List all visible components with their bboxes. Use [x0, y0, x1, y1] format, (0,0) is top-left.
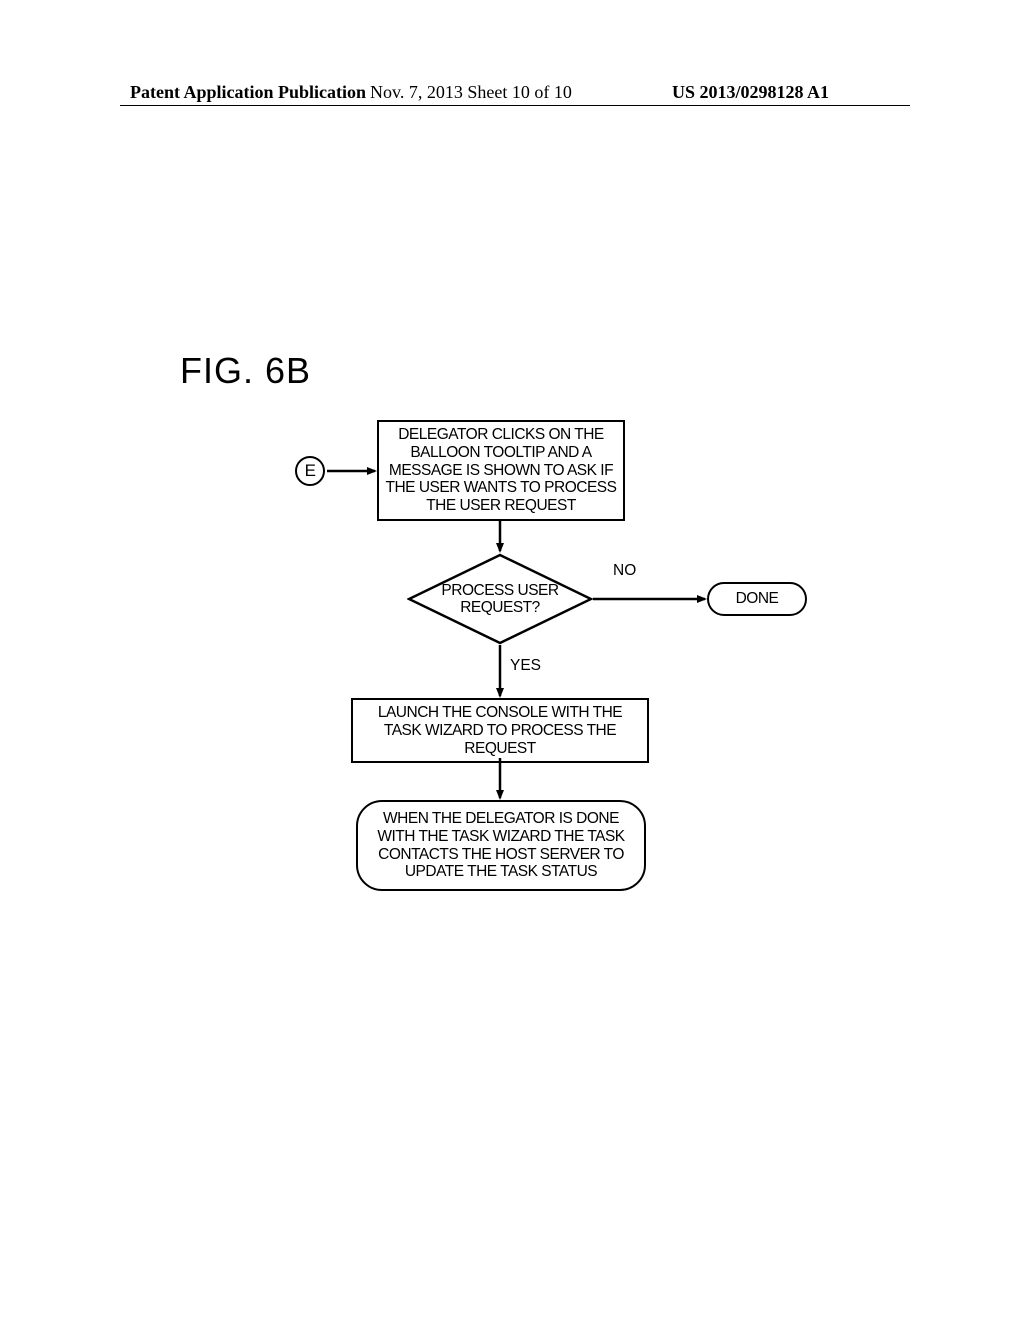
- connector-e: E: [295, 456, 325, 486]
- header-right: US 2013/0298128 A1: [672, 82, 829, 103]
- edge-label-yes: YES: [510, 657, 541, 675]
- figure-label: FIG. 6B: [180, 350, 311, 392]
- decision-process-request: PROCESS USER REQUEST?: [407, 553, 593, 645]
- process-box-delegator-clicks: DELEGATOR CLICKS ON THE BALLOON TOOLTIP …: [377, 420, 625, 521]
- edge-label-no: NO: [613, 562, 636, 580]
- terminator-done-text: DONE: [736, 590, 779, 607]
- terminator-update-status: WHEN THE DELEGATOR IS DONE WITH THE TASK…: [356, 800, 646, 891]
- process-box-launch-console-text: LAUNCH THE CONSOLE WITH THE TASK WIZARD …: [378, 704, 622, 757]
- header-left: Patent Application Publication: [130, 82, 366, 103]
- header-center: Nov. 7, 2013 Sheet 10 of 10: [370, 82, 572, 103]
- page: Patent Application Publication Nov. 7, 2…: [0, 0, 1024, 1320]
- terminator-done: DONE: [707, 582, 807, 616]
- decision-text: PROCESS USER REQUEST?: [407, 582, 593, 616]
- connector-e-label: E: [305, 461, 316, 481]
- header-rule: [120, 105, 910, 106]
- process-box-launch-console: LAUNCH THE CONSOLE WITH THE TASK WIZARD …: [351, 698, 649, 763]
- terminator-update-status-text: WHEN THE DELEGATOR IS DONE WITH THE TASK…: [377, 810, 624, 880]
- process-box-delegator-clicks-text: DELEGATOR CLICKS ON THE BALLOON TOOLTIP …: [386, 426, 617, 514]
